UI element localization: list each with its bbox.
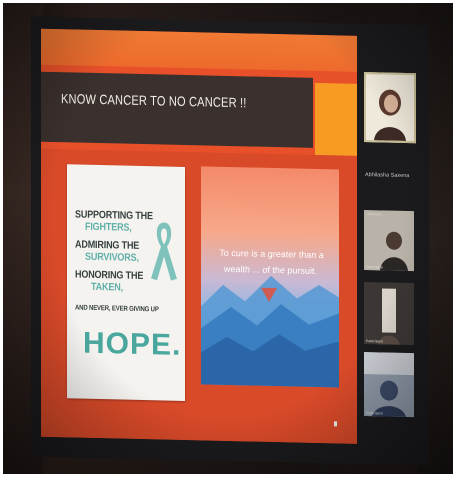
slide-title-band: [41, 71, 313, 148]
poster-line-4: SURVIVORS,: [85, 250, 139, 264]
monitor-screen: KNOW CANCER TO NO CANCER !! SUPPORTING T…: [31, 16, 429, 466]
participants-sidebar: Abhilasha Saxena Abhilasha Participant P…: [361, 24, 429, 466]
speaker-avatar: [374, 89, 406, 141]
participant-video: [364, 352, 414, 418]
hope-poster-card: SUPPORTING THE FIGHTERS, ADMIRING THE SU…: [67, 164, 185, 401]
participant-label: Participant: [366, 265, 383, 270]
poster-line-6: TAKEN,: [91, 280, 123, 294]
quote-card: To cure is a greater than a wealth ... o…: [201, 166, 339, 388]
participant-video: [364, 210, 414, 272]
participant-tile[interactable]: Participant: [364, 282, 414, 346]
poster-line-2: FIGHTERS,: [85, 220, 132, 234]
poster-line-5: HONORING THE: [75, 268, 144, 283]
slide-accent-block: [315, 82, 357, 158]
participant-tile[interactable]: Participant: [364, 352, 414, 418]
participant-label: Participant: [366, 411, 383, 416]
active-speaker-tile[interactable]: [364, 72, 416, 144]
participant-top-name: Abhilasha: [367, 212, 383, 217]
photo-of-video-call-screen: KNOW CANCER TO NO CANCER !! SUPPORTING T…: [3, 3, 453, 474]
mouse-cursor: [334, 421, 337, 427]
sidebar-section-name: Abhilasha Saxena: [365, 172, 410, 180]
slide-top-band: [41, 28, 357, 72]
mountain-illustration: [201, 275, 339, 388]
poster-line-7: AND NEVER, EVER GIVING UP: [75, 304, 159, 314]
participant-label: Participant: [366, 339, 383, 344]
shared-slide: KNOW CANCER TO NO CANCER !! SUPPORTING T…: [41, 28, 357, 444]
participant-video: [364, 282, 414, 346]
poster-hope-word: HOPE.: [83, 326, 182, 362]
awareness-ribbon-icon: [151, 222, 177, 281]
participant-tile[interactable]: Abhilasha Participant: [364, 210, 414, 272]
